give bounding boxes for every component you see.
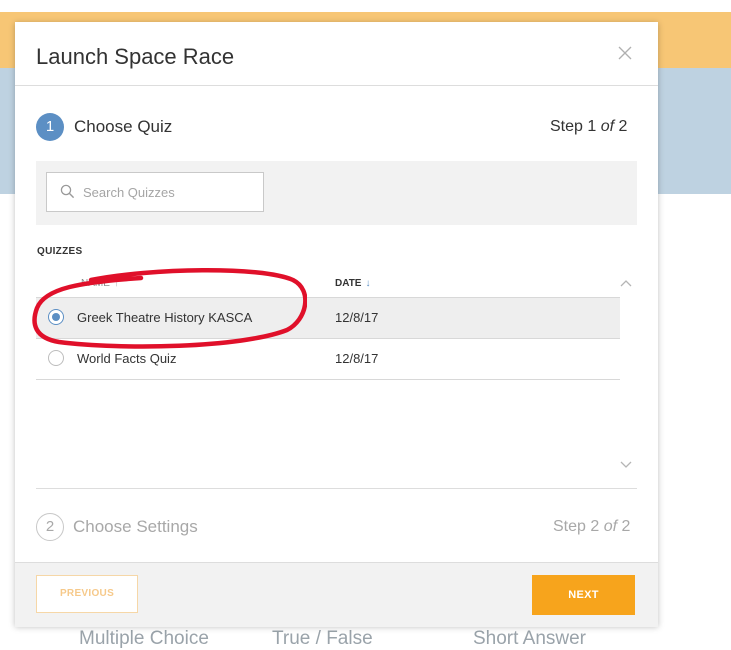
modal-footer: PREVIOUS NEXT (15, 562, 658, 627)
step-2-counter: Step 2 of 2 (553, 518, 631, 535)
title-divider (15, 85, 658, 86)
quiz-radio[interactable] (48, 350, 64, 366)
name-column-label: NAME (81, 278, 110, 289)
quiz-name: World Facts Quiz (77, 351, 177, 366)
step-1-number: 1 (36, 113, 64, 141)
step-divider (36, 488, 637, 489)
quizzes-label: QUIZZES (37, 246, 83, 257)
table-row[interactable]: World Facts Quiz 12/8/17 (36, 339, 620, 380)
modal-title: Launch Space Race (36, 44, 235, 69)
date-column-header[interactable]: DATE ↓ (335, 278, 370, 289)
date-column-label: DATE (335, 278, 362, 289)
step-2-title: Choose Settings (73, 517, 198, 536)
quiz-date: 12/8/17 (335, 351, 379, 366)
sort-descending-icon: ↓ (365, 278, 371, 289)
search-area (36, 161, 637, 225)
sort-ascending-icon: ↑ (113, 278, 119, 289)
search-field[interactable] (46, 172, 264, 212)
previous-button[interactable]: PREVIOUS (36, 575, 138, 613)
name-column-header[interactable]: NAME ↑ (81, 278, 119, 289)
question-type-multiple-choice[interactable]: Multiple Choice (79, 628, 209, 650)
question-type-true-false[interactable]: True / False (272, 628, 373, 650)
table-row[interactable]: Greek Theatre History KASCA 12/8/17 (36, 297, 620, 339)
scroll-up-chevron-icon[interactable] (619, 278, 633, 288)
scroll-down-chevron-icon[interactable] (619, 460, 633, 470)
question-type-row: Multiple Choice True / False Short Answe… (0, 624, 731, 649)
launch-space-race-modal: Launch Space Race 1 Choose Quiz Step 1 o… (15, 22, 658, 627)
quiz-date: 12/8/17 (335, 310, 379, 325)
close-icon[interactable] (616, 44, 634, 62)
search-icon (60, 184, 75, 199)
next-button[interactable]: NEXT (532, 575, 635, 615)
search-input[interactable] (83, 181, 253, 203)
step-1-counter: Step 1 of 2 (550, 118, 628, 135)
question-type-short-answer[interactable]: Short Answer (473, 628, 586, 650)
quiz-radio-selected[interactable] (48, 309, 64, 325)
step-1-title: Choose Quiz (74, 117, 173, 136)
quiz-name: Greek Theatre History KASCA (77, 310, 253, 325)
step-2-number: 2 (36, 513, 64, 541)
